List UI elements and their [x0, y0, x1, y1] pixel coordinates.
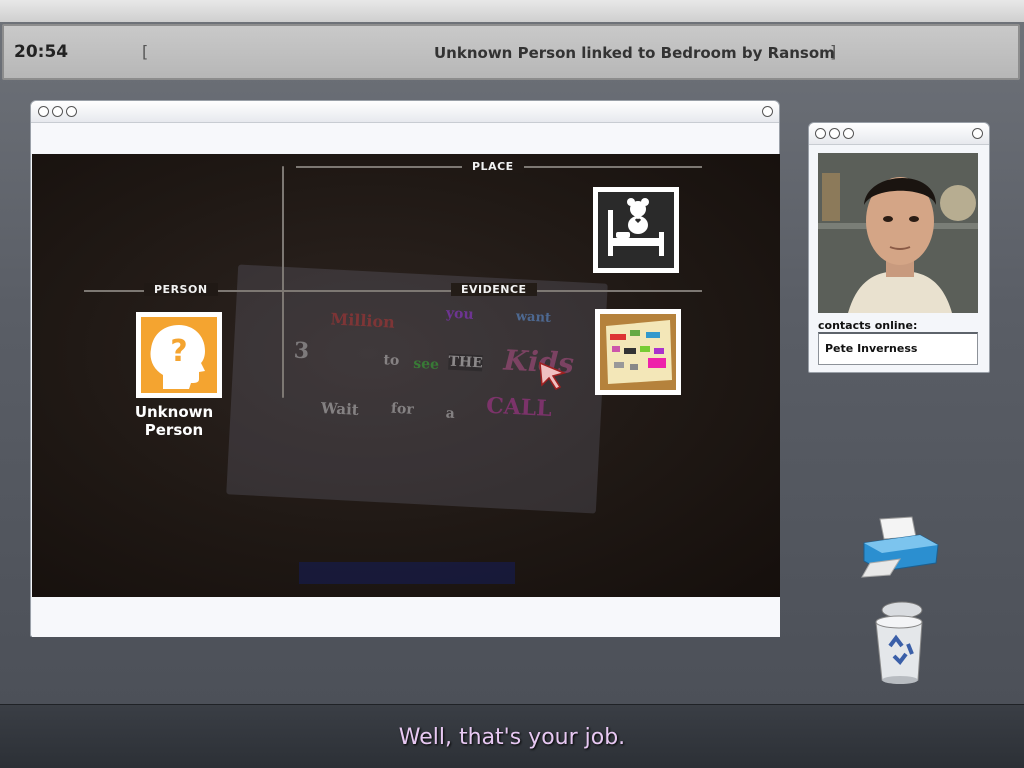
person-label: PERSON — [144, 283, 218, 296]
note-word: want — [515, 309, 552, 326]
contact-item[interactable]: Pete Inverness — [825, 342, 917, 355]
note-word: Million — [330, 309, 396, 332]
contact-video-feed[interactable] — [818, 153, 978, 313]
note-word: to — [383, 352, 400, 370]
bedroom-teddy-icon — [598, 192, 674, 268]
contacts-window: contacts online: Pete Inverness — [808, 122, 990, 373]
note-word: a — [445, 405, 456, 423]
window-dot-icon[interactable] — [843, 128, 854, 139]
link-board-window: Million you want to see THE Kids CALL Wa… — [30, 100, 780, 637]
svg-text:?: ? — [170, 334, 187, 369]
dialogue-subtitle: Well, that's your job. — [398, 725, 626, 750]
person-caption: Unknown Person — [134, 403, 214, 439]
status-bar: 20:54 [ Unknown Person linked to Bedroom… — [2, 24, 1020, 80]
ransom-note-icon — [600, 314, 676, 390]
evidence-label: EVIDENCE — [451, 283, 537, 296]
window-dot-icon[interactable] — [815, 128, 826, 139]
top-strip — [0, 0, 1024, 22]
window-band — [31, 123, 779, 153]
contacts-titlebar[interactable] — [809, 123, 989, 145]
person-tile[interactable]: ? — [136, 312, 222, 398]
ticker-bracket-close: ] — [830, 42, 837, 61]
window-dot-icon[interactable] — [38, 106, 49, 117]
printer-icon[interactable] — [860, 515, 940, 579]
unknown-person-icon: ? — [141, 317, 217, 393]
note-word: see — [412, 355, 440, 374]
note-word: THE — [448, 353, 484, 372]
window-close-icon[interactable] — [762, 106, 773, 117]
evidence-tile[interactable] — [595, 309, 681, 395]
note-strip — [299, 562, 515, 584]
link-board: Million you want to see THE Kids CALL Wa… — [32, 154, 780, 597]
window-titlebar[interactable] — [31, 101, 779, 123]
window-dot-icon[interactable] — [66, 106, 77, 117]
window-dot-icon[interactable] — [52, 106, 63, 117]
contact-portrait-icon — [818, 153, 978, 313]
arrow-cursor-icon — [539, 361, 567, 390]
window-dot-icon[interactable] — [829, 128, 840, 139]
recycle-bin-icon[interactable] — [872, 600, 928, 686]
place-label: PLACE — [462, 160, 524, 173]
place-tile[interactable] — [593, 187, 679, 273]
news-ticker: Unknown Person linked to Bedroom by Rans… — [434, 44, 834, 62]
window-close-icon[interactable] — [972, 128, 983, 139]
contacts-online-label: contacts online: — [818, 319, 918, 332]
contacts-list: Pete Inverness — [818, 332, 978, 365]
connector-line — [282, 166, 284, 398]
note-word: 3 — [293, 337, 310, 365]
clock: 20:54 — [14, 42, 69, 62]
note-word: Wait — [320, 399, 360, 419]
window-footer — [32, 597, 780, 637]
note-word: for — [390, 400, 415, 418]
subtitle-bar: Well, that's your job. — [0, 704, 1024, 768]
note-word: you — [445, 305, 475, 323]
note-word: CALL — [485, 392, 553, 423]
ticker-bracket-open: [ — [142, 42, 149, 61]
